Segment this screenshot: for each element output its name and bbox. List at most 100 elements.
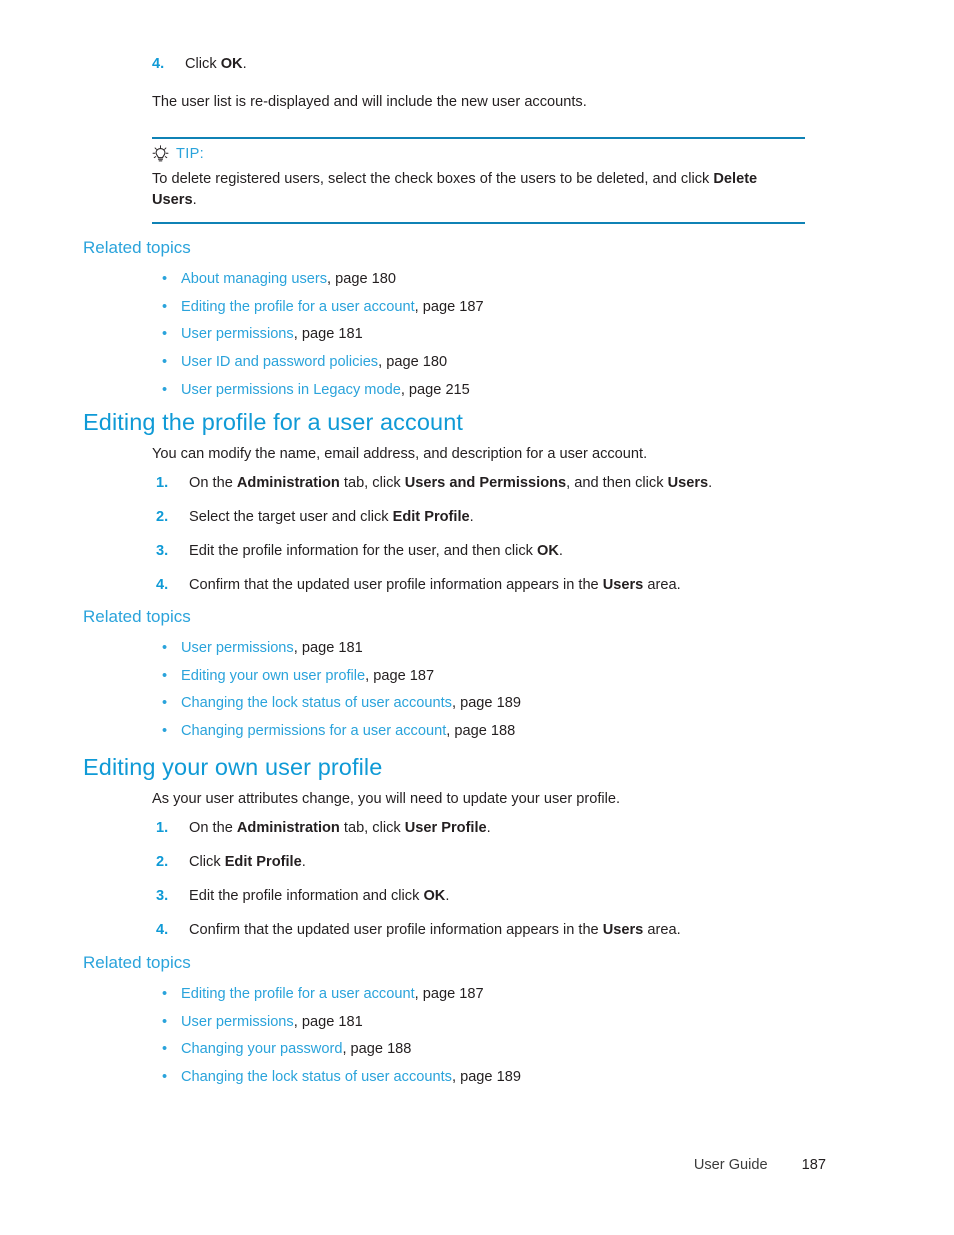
bullet-icon: • — [162, 1013, 168, 1030]
topic-link[interactable]: Editing the profile for a user account — [181, 986, 415, 1002]
topic-page-ref: , page 189 — [451, 1069, 521, 1086]
related-topics-list-1: • About managing users, page 180 • Editi… — [157, 270, 783, 400]
step-number: 3. — [156, 888, 169, 905]
bullet-icon: • — [162, 667, 168, 684]
related-topics-section-3: Related topics • Editing the profile for… — [83, 953, 783, 1088]
step-item: 4. Confirm that the updated user profile… — [152, 575, 832, 596]
list-item[interactable]: • User ID and password policies, page 18… — [157, 353, 783, 373]
tip-body-suffix: . — [192, 192, 197, 209]
procedure-list-edit-own-profile: 1. On the Administration tab, click User… — [152, 818, 832, 942]
tip-bottom-rule — [152, 222, 805, 225]
topic-link[interactable]: Editing your own user profile — [181, 668, 365, 684]
topic-page-ref: , page 181 — [293, 326, 363, 343]
step-text-suffix: . — [242, 56, 247, 72]
topic-link[interactable]: User ID and password policies — [181, 354, 378, 370]
list-item[interactable]: • Changing your password, page 188 — [157, 1040, 783, 1060]
step-text: Edit the profile information for the use… — [189, 543, 563, 560]
related-topics-section-1: Related topics • About managing users, p… — [83, 238, 783, 400]
topic-page-ref: , page 189 — [451, 695, 521, 712]
bullet-icon: • — [162, 1041, 168, 1058]
topic-link[interactable]: Editing the profile for a user account — [181, 299, 415, 315]
step-text: Edit the profile information and click O… — [189, 888, 450, 905]
section-intro-edit-own-profile: As your user attributes change, you will… — [152, 791, 621, 807]
step-number: 4. — [156, 577, 169, 594]
page-footer: User Guide 187 — [0, 1157, 954, 1235]
step-item: 3. Edit the profile information and clic… — [152, 886, 832, 907]
step-text: On the Administration tab, click Users a… — [189, 475, 713, 491]
topic-page-ref: , page 180 — [378, 354, 448, 371]
footer-page-number: 187 — [801, 1157, 826, 1173]
list-item[interactable]: • Editing your own user profile, page 18… — [157, 667, 783, 687]
tip-body-plain: To delete registered users, select the c… — [152, 171, 714, 187]
topic-link[interactable]: User permissions — [181, 326, 294, 342]
step-item: 4. Confirm that the updated user profile… — [152, 920, 832, 941]
list-item[interactable]: • Changing permissions for a user accoun… — [157, 722, 783, 742]
topic-link[interactable]: User permissions in Legacy mode — [181, 382, 401, 398]
topic-link[interactable]: Changing your password — [181, 1041, 342, 1057]
tip-label: TIP: — [176, 146, 204, 162]
step-item: 2. Click Edit Profile. — [152, 852, 832, 873]
footer-guide-label: User Guide — [693, 1157, 768, 1173]
bullet-icon: • — [162, 271, 168, 287]
lightbulb-icon — [152, 145, 169, 162]
list-item[interactable]: • Editing the profile for a user account… — [157, 985, 783, 1005]
footer-content: User Guide 187 — [694, 1157, 826, 1173]
step-text-bold: OK — [220, 56, 243, 72]
step-number: 1. — [156, 820, 169, 836]
procedure-step-continued: 4. Click OK. — [152, 54, 812, 75]
tip-top-rule — [152, 137, 805, 139]
list-item[interactable]: • User permissions, page 181 — [157, 639, 783, 659]
document-page: 4. Click OK. The user list is re-display… — [0, 0, 954, 1235]
topic-page-ref: , page 187 — [414, 298, 484, 315]
step-item: 2. Select the target user and click Edit… — [152, 507, 832, 528]
procedure-list-edit-profile-user-account: 1. On the Administration tab, click User… — [152, 473, 832, 597]
tip-note: TIP: To delete registered users, select … — [152, 137, 805, 225]
step-item: 1. On the Administration tab, click User… — [152, 473, 832, 494]
related-topics-heading: Related topics — [83, 953, 191, 972]
step-item: 3. Edit the profile information for the … — [152, 541, 832, 562]
step-number: 4. — [156, 922, 169, 939]
step-text-plain: Click — [185, 56, 221, 72]
topic-link[interactable]: User permissions — [181, 1014, 294, 1030]
step-text: Select the target user and click Edit Pr… — [189, 509, 474, 526]
step-text: Click Edit Profile. — [189, 854, 306, 871]
bullet-icon: • — [162, 381, 168, 398]
related-topics-heading: Related topics — [83, 238, 191, 257]
tip-header: TIP: — [152, 145, 805, 163]
topic-link[interactable]: Changing the lock status of user account… — [181, 1069, 452, 1085]
topic-link[interactable]: Changing the lock status of user account… — [181, 695, 452, 711]
related-topics-section-2: Related topics • User permissions, page … — [83, 607, 783, 742]
related-topics-list-3: • Editing the profile for a user account… — [157, 985, 783, 1088]
topic-page-ref: , page 188 — [342, 1041, 412, 1058]
list-item[interactable]: • Editing the profile for a user account… — [157, 298, 783, 318]
topic-link[interactable]: User permissions — [181, 640, 294, 656]
topic-page-ref: , page 187 — [414, 986, 484, 1002]
topic-page-ref: , page 215 — [400, 381, 470, 398]
bullet-icon: • — [162, 695, 168, 712]
list-item[interactable]: • Changing the lock status of user accou… — [157, 694, 783, 714]
bullet-icon: • — [162, 1069, 168, 1086]
topic-link[interactable]: Changing permissions for a user account — [181, 723, 446, 739]
list-item[interactable]: • About managing users, page 180 — [157, 270, 783, 290]
list-item[interactable]: • User permissions, page 181 — [157, 325, 783, 345]
topic-page-ref: , page 187 — [365, 667, 435, 684]
topic-page-ref: , page 180 — [327, 271, 397, 287]
related-topics-heading: Related topics — [83, 607, 191, 626]
topic-page-ref: , page 188 — [446, 723, 516, 740]
list-item[interactable]: • User permissions, page 181 — [157, 1013, 783, 1033]
section-heading-edit-profile-user-account: Editing the profile for a user account — [83, 409, 464, 435]
step-text: Click OK. — [185, 56, 247, 72]
bullet-icon: • — [162, 326, 168, 343]
step-text: On the Administration tab, click User Pr… — [189, 820, 491, 836]
step-item: 1. On the Administration tab, click User… — [152, 818, 832, 839]
step-text: Confirm that the updated user profile in… — [189, 577, 681, 594]
topic-link[interactable]: About managing users — [181, 271, 327, 287]
tip-body: To delete registered users, select the c… — [152, 169, 805, 211]
step-item: 4. Click OK. — [152, 54, 812, 75]
intro-paragraph: The user list is re-displayed and will i… — [152, 94, 587, 110]
bullet-icon: • — [162, 298, 168, 315]
bullet-icon: • — [162, 354, 168, 371]
step-number: 4. — [152, 56, 165, 72]
list-item[interactable]: • User permissions in Legacy mode, page … — [157, 381, 783, 401]
list-item[interactable]: • Changing the lock status of user accou… — [157, 1068, 783, 1088]
